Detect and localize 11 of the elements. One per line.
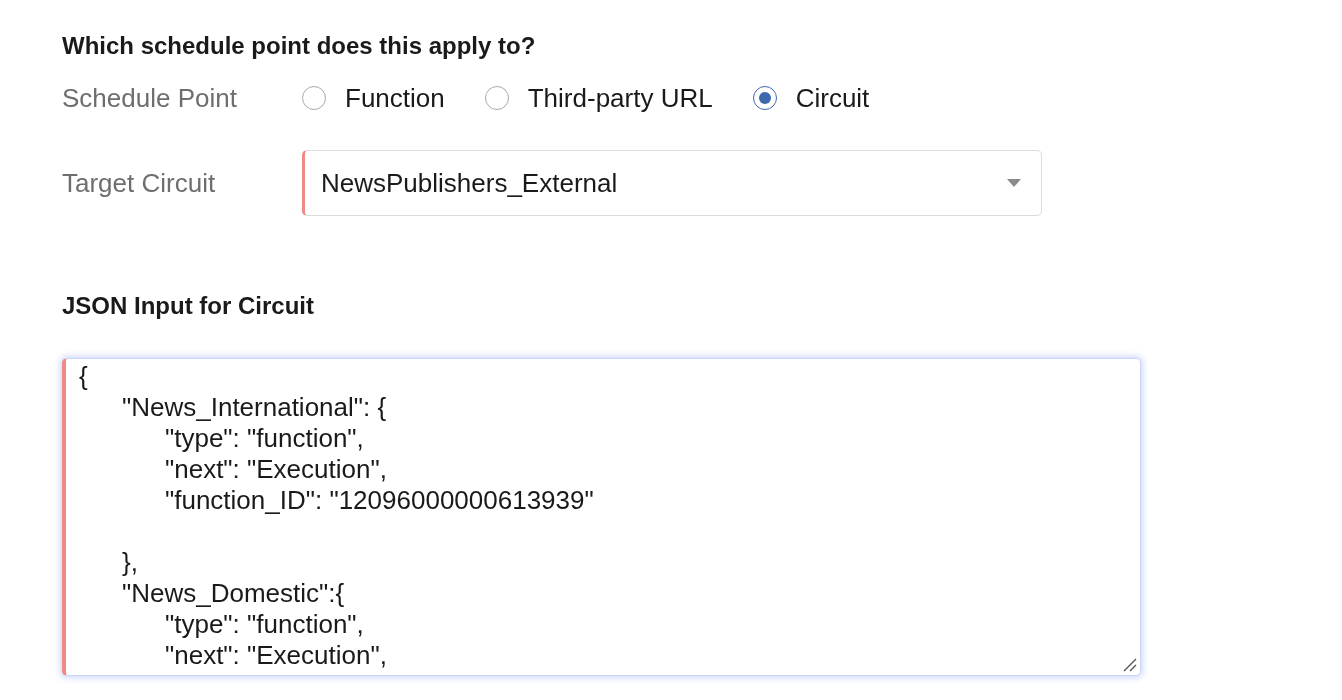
resize-handle-icon[interactable]	[1123, 658, 1137, 672]
radio-option[interactable]: Circuit	[752, 83, 870, 113]
circuit-dropdown[interactable]: NewsPublishers_External	[302, 150, 1042, 216]
section-heading: Which schedule point does this apply to?	[62, 31, 536, 61]
json-input-field[interactable]: { "News_International": { "type": "function", "next": "Execution", "function_ID": "12096000000613939" }, "News_Domestic":{ "type": "function", "next": "Execution",	[62, 358, 1141, 676]
radio-option[interactable]: Function	[302, 83, 445, 113]
caret-icon	[1007, 179, 1021, 187]
radio-option[interactable]: Third-party URL	[484, 83, 713, 113]
section-heading: JSON Input for Circuit	[62, 291, 314, 321]
field-label: Schedule Point	[62, 83, 238, 113]
field-label: Target Circuit	[62, 168, 217, 198]
